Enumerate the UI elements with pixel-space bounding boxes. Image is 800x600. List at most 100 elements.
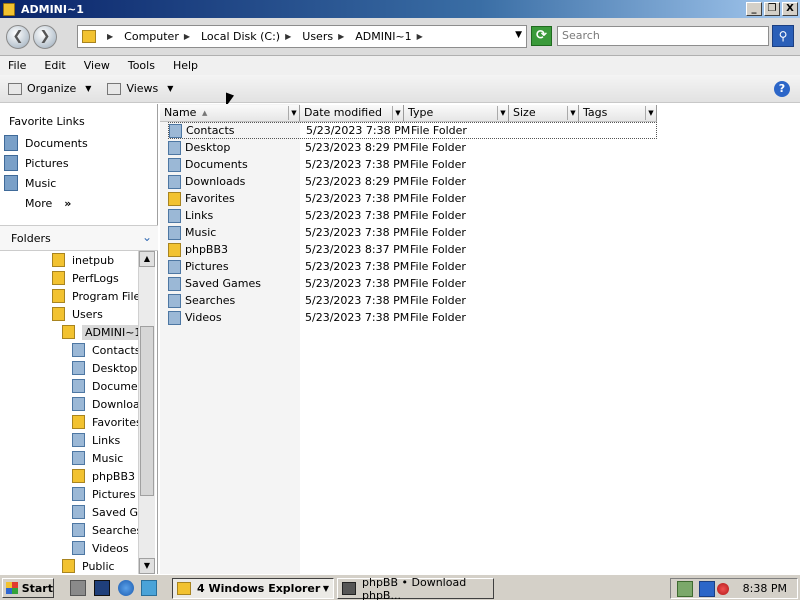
title-bar[interactable]: ADMINI~1 _ ❐ X: [0, 0, 800, 18]
window-title: ADMINI~1: [21, 2, 84, 16]
tree-item-admini[interactable]: ADMINI~1: [62, 323, 138, 341]
tree-item-contacts[interactable]: Contacts: [72, 341, 138, 359]
file-row-pictures[interactable]: Pictures 5/23/2023 7:38 PM File Folder: [168, 258, 510, 275]
file-row-desktop[interactable]: Desktop 5/23/2023 8:29 PM File Folder: [168, 139, 510, 156]
file-row-favorites[interactable]: Favorites 5/23/2023 7:38 PM File Folder: [168, 190, 510, 207]
volume-muted-icon[interactable]: [717, 582, 729, 595]
organize-button[interactable]: Organize ▼: [8, 82, 91, 95]
folder-tree: inetpub PerfLogs Program Files Users ADM…: [0, 251, 138, 574]
file-date: 5/23/2023 7:38 PM: [305, 260, 410, 273]
column-header-size[interactable]: Size ▼: [509, 105, 579, 122]
menu-edit[interactable]: Edit: [44, 59, 65, 72]
tree-item-downloads[interactable]: Downloads: [72, 395, 138, 413]
help-icon[interactable]: ?: [774, 81, 790, 97]
folders-header[interactable]: Folders ⌄: [0, 225, 158, 251]
downloads-icon: [72, 397, 85, 411]
start-button[interactable]: Start: [2, 578, 54, 598]
address-bar[interactable]: ▶ Computer ▶ Local Disk (C:) ▶ Users ▶ ADMI…: [77, 25, 527, 48]
file-row-contacts[interactable]: Contacts 5/23/2023 7:38 PM File Folder: [168, 122, 657, 139]
organize-label: Organize: [27, 82, 77, 95]
clock[interactable]: 8:38 PM: [743, 582, 787, 595]
chevron-down-icon[interactable]: ▼: [392, 106, 403, 120]
tree-label: Documents: [92, 379, 138, 393]
column-header-type[interactable]: Type ▼: [404, 105, 509, 122]
internet-explorer-icon[interactable]: [118, 580, 134, 596]
back-button[interactable]: ❮: [6, 25, 30, 49]
breadcrumb-separator[interactable]: ▶: [102, 32, 118, 41]
tree-item-videos[interactable]: Videos: [72, 539, 129, 557]
tree-item-inetpub[interactable]: inetpub: [52, 251, 114, 269]
tree-item-pictures[interactable]: Pictures: [72, 485, 136, 503]
menu-view[interactable]: View: [84, 59, 110, 72]
file-row-links[interactable]: Links 5/23/2023 7:38 PM File Folder: [168, 207, 510, 224]
minimize-button[interactable]: _: [746, 2, 762, 16]
tree-item-links[interactable]: Links: [72, 431, 120, 449]
file-row-saved-games[interactable]: Saved Games 5/23/2023 7:38 PM File Folde…: [168, 275, 510, 292]
chevron-down-icon[interactable]: ▼: [497, 106, 508, 120]
tree-item-saved-games[interactable]: Saved Games: [72, 503, 138, 521]
tree-item-perflogs[interactable]: PerfLogs: [52, 269, 119, 287]
file-row-music[interactable]: Music 5/23/2023 7:38 PM File Folder: [168, 224, 510, 241]
forward-button[interactable]: ❯: [33, 25, 57, 49]
views-button[interactable]: Views ▼: [107, 82, 173, 95]
network-icon[interactable]: [699, 580, 715, 597]
music-folder-icon: [168, 225, 181, 240]
favorite-music[interactable]: Music: [4, 175, 56, 191]
restore-button[interactable]: ❐: [764, 2, 780, 16]
file-row-phpbb3[interactable]: phpBB3 5/23/2023 8:37 PM File Folder: [168, 241, 510, 258]
scroll-down-icon[interactable]: ▼: [139, 558, 155, 574]
server-manager-icon[interactable]: [70, 580, 86, 596]
close-button[interactable]: X: [782, 2, 798, 16]
tree-scrollbar[interactable]: ▲ ▼: [138, 251, 155, 574]
breadcrumb-computer[interactable]: Computer ▶: [124, 30, 195, 43]
file-row-searches[interactable]: Searches 5/23/2023 7:38 PM File Folder: [168, 292, 510, 309]
tree-item-searches[interactable]: Searches: [72, 521, 138, 539]
menu-file[interactable]: File: [8, 59, 26, 72]
address-dropdown-icon[interactable]: ▼: [515, 30, 522, 40]
breadcrumb-local-disk[interactable]: Local Disk (C:) ▶: [201, 30, 296, 43]
chevron-down-icon[interactable]: ▼: [567, 106, 578, 120]
tree-label: Favorites: [92, 415, 138, 429]
tree-item-program-files[interactable]: Program Files: [52, 287, 138, 305]
more-favorites-link[interactable]: More »: [25, 197, 71, 210]
security-shield-icon[interactable]: [677, 580, 693, 597]
chevron-down-icon[interactable]: ▼: [288, 106, 299, 120]
tree-item-favorites[interactable]: Favorites: [72, 413, 138, 431]
refresh-button[interactable]: ⟳: [531, 26, 552, 46]
chevron-down-icon[interactable]: ▼: [645, 106, 656, 120]
file-type: File Folder: [410, 260, 466, 273]
taskbar-item-phpbb[interactable]: phpBB • Download phpB...: [337, 576, 494, 600]
search-icon[interactable]: ⚲: [772, 25, 794, 47]
powershell-icon[interactable]: [94, 580, 110, 596]
organize-icon: [8, 82, 22, 95]
desktop-folder-icon: [168, 140, 181, 155]
file-row-downloads[interactable]: Downloads 5/23/2023 8:29 PM File Folder: [168, 173, 510, 190]
tree-item-documents[interactable]: Documents: [72, 377, 138, 395]
tree-item-users[interactable]: Users: [52, 305, 103, 323]
tree-item-phpbb3[interactable]: phpBB3: [72, 467, 135, 485]
favorite-documents[interactable]: Documents: [4, 135, 88, 151]
menu-help[interactable]: Help: [173, 59, 198, 72]
breadcrumb-users[interactable]: Users ▶: [302, 30, 349, 43]
tree-item-music[interactable]: Music: [72, 449, 123, 467]
tree-item-public[interactable]: Public: [62, 557, 115, 574]
column-header-date-modified[interactable]: Date modified ▼: [300, 105, 404, 122]
file-row-videos[interactable]: Videos 5/23/2023 7:38 PM File Folder: [168, 309, 510, 326]
taskbar-item-windows-explorer[interactable]: 4 Windows Explorer ▼: [172, 578, 334, 599]
scroll-up-icon[interactable]: ▲: [139, 251, 155, 267]
file-name: Documents: [185, 158, 248, 171]
menu-tools[interactable]: Tools: [128, 59, 155, 72]
tree-label: Searches: [92, 523, 138, 537]
breadcrumb-admini[interactable]: ADMINI~1 ▶: [355, 30, 428, 43]
file-type: File Folder: [410, 192, 466, 205]
scroll-thumb[interactable]: [140, 326, 154, 496]
saved-games-icon: [72, 505, 85, 519]
file-row-documents[interactable]: Documents 5/23/2023 7:38 PM File Folder: [168, 156, 510, 173]
show-desktop-icon[interactable]: [141, 580, 157, 596]
search-input[interactable]: Search: [557, 26, 769, 46]
tree-item-desktop[interactable]: Desktop: [72, 359, 137, 377]
chevron-down-icon[interactable]: ⌄: [142, 230, 152, 244]
column-header-tags[interactable]: Tags ▼: [579, 105, 657, 122]
column-header-name[interactable]: Name ▲ ▼: [160, 105, 300, 122]
favorite-pictures[interactable]: Pictures: [4, 155, 69, 171]
